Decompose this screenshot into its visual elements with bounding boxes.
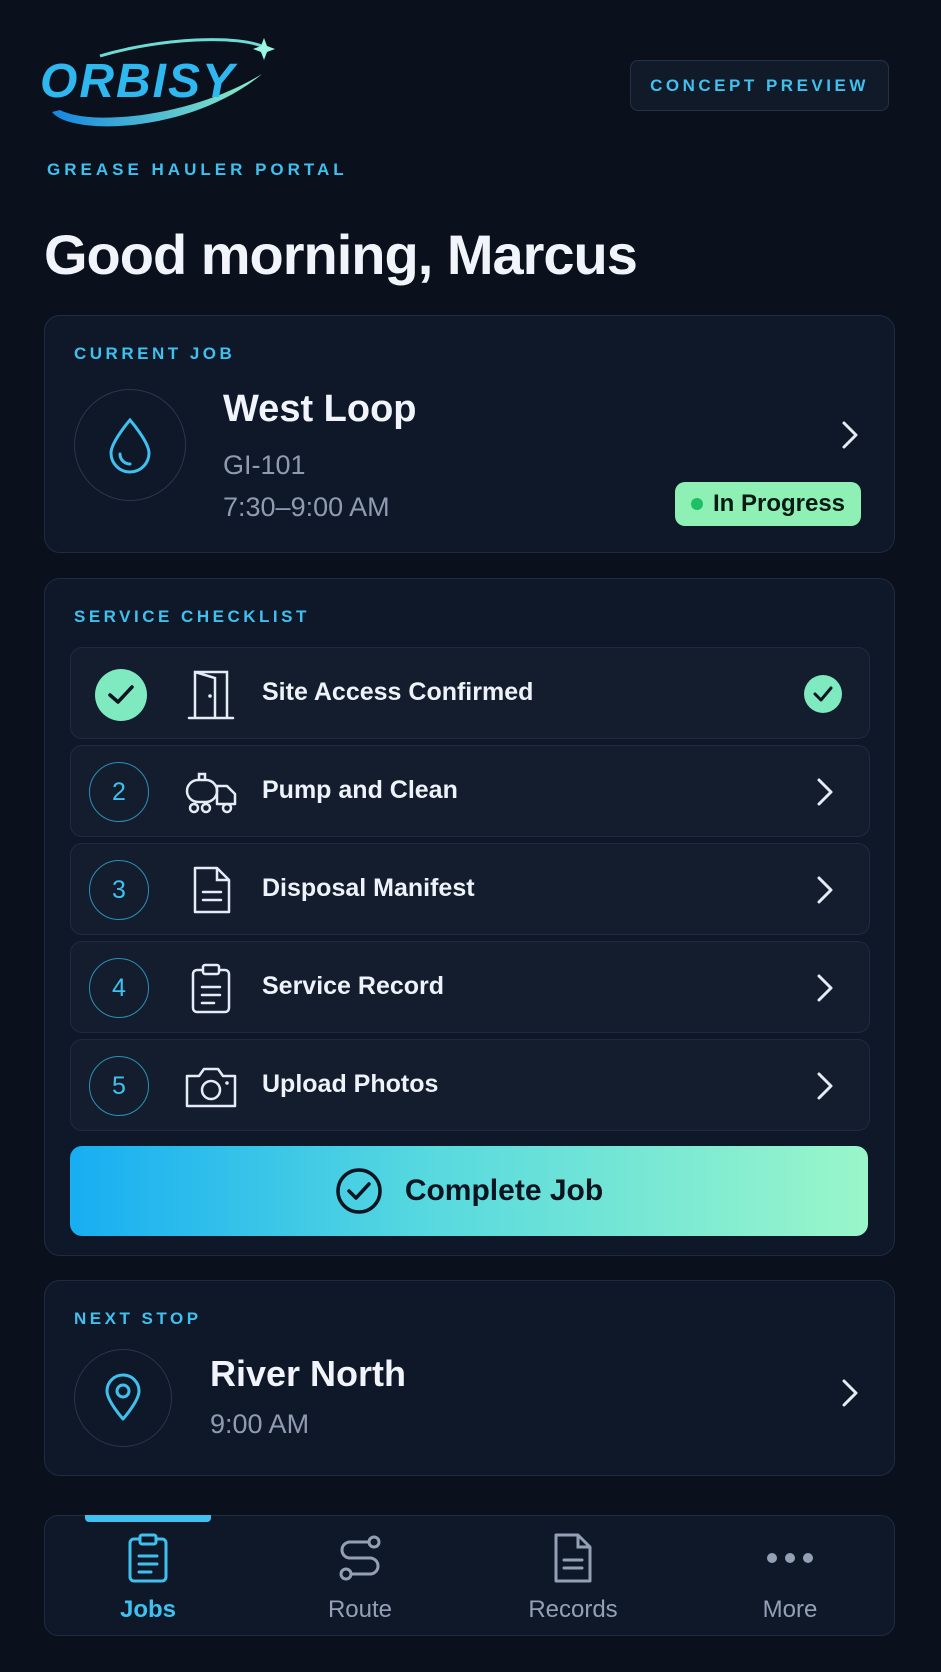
checklist-item-pump-clean[interactable]: 2 Pump and Clean	[70, 745, 870, 837]
service-checklist-label: SERVICE CHECKLIST	[74, 607, 310, 626]
orbisy-logo: ORBISY	[40, 34, 300, 144]
route-icon	[339, 1535, 381, 1581]
tanker-truck-icon	[185, 772, 237, 814]
checklist-item-label: Pump and Clean	[262, 776, 458, 804]
checklist-item-label: Disposal Manifest	[262, 874, 475, 902]
complete-job-label: Complete Job	[404, 1174, 604, 1207]
current-job-card[interactable]: CURRENT JOB West Loop GI-101 7:30–9:00 A…	[44, 315, 895, 553]
water-drop-icon	[74, 389, 186, 501]
clipboard-icon	[191, 963, 231, 1014]
nav-label: Jobs	[119, 1596, 176, 1623]
map-pin-icon	[74, 1349, 172, 1447]
step-number: 5	[89, 1056, 149, 1116]
chevron-right-icon[interactable]	[841, 420, 859, 450]
chevron-right-icon[interactable]	[816, 875, 834, 905]
bottom-nav: Jobs Route Records More	[44, 1515, 895, 1636]
logo-wordmark: ORBISY	[40, 55, 237, 108]
status-badge: In Progress	[675, 482, 861, 526]
nav-tab-route[interactable]: Route	[270, 1532, 450, 1627]
checklist-item-site-access[interactable]: Site Access Confirmed	[70, 647, 870, 739]
checklist-item-label: Site Access Confirmed	[262, 678, 534, 706]
service-checklist-card: SERVICE CHECKLIST Site Access Confirmed …	[44, 578, 895, 1256]
next-stop-card[interactable]: NEXT STOP River North 9:00 AM	[44, 1280, 895, 1476]
complete-job-button[interactable]: Complete Job	[70, 1146, 868, 1236]
nav-label: Records	[528, 1596, 618, 1623]
step-number: 2	[89, 762, 149, 822]
next-stop-time: 9:00 AM	[210, 1409, 310, 1439]
status-dot	[690, 498, 703, 510]
door-icon	[187, 670, 235, 720]
document-icon	[193, 866, 231, 914]
greeting-heading: Good morning, Marcus	[44, 223, 638, 286]
nav-tab-jobs[interactable]: Jobs	[58, 1532, 238, 1627]
job-id: GI-101	[223, 450, 306, 480]
more-dots-icon	[767, 1553, 813, 1563]
next-stop-title: River North	[210, 1353, 407, 1394]
check-circle-icon	[336, 1168, 382, 1214]
nav-tab-records[interactable]: Records	[483, 1532, 663, 1627]
camera-icon	[185, 1067, 237, 1108]
checklist-item-label: Service Record	[262, 972, 445, 1000]
done-check-icon	[804, 675, 842, 713]
nav-tab-more[interactable]: More	[700, 1532, 880, 1627]
portal-label: GREASE HAULER PORTAL	[47, 160, 348, 179]
step-number: 3	[89, 860, 149, 920]
step-number: 4	[89, 958, 149, 1018]
chevron-right-icon[interactable]	[816, 777, 834, 807]
checklist-item-upload-photos[interactable]: 5 Upload Photos	[70, 1039, 870, 1131]
job-time-window: 7:30–9:00 AM	[223, 492, 390, 522]
chevron-right-icon[interactable]	[841, 1378, 859, 1408]
current-job-label: CURRENT JOB	[74, 344, 236, 363]
active-tab-indicator	[85, 1515, 211, 1522]
document-icon	[554, 1533, 592, 1583]
app-screen: ORBISY GREASE HAULER PORTAL CONCEPT PREV…	[0, 0, 941, 1672]
job-title: West Loop	[223, 388, 417, 430]
next-stop-label: NEXT STOP	[74, 1309, 202, 1328]
nav-label: More	[762, 1596, 818, 1623]
checklist-item-label: Upload Photos	[262, 1070, 439, 1098]
checklist-item-service-record[interactable]: 4 Service Record	[70, 941, 870, 1033]
checklist-item-disposal-manifest[interactable]: 3 Disposal Manifest	[70, 843, 870, 935]
step-complete-icon	[95, 669, 147, 721]
clipboard-icon	[128, 1533, 168, 1583]
concept-preview-badge: CONCEPT PREVIEW	[630, 60, 889, 111]
nav-label: Route	[327, 1596, 393, 1623]
status-text: In Progress	[712, 490, 846, 517]
chevron-right-icon[interactable]	[816, 973, 834, 1003]
chevron-right-icon[interactable]	[816, 1071, 834, 1101]
